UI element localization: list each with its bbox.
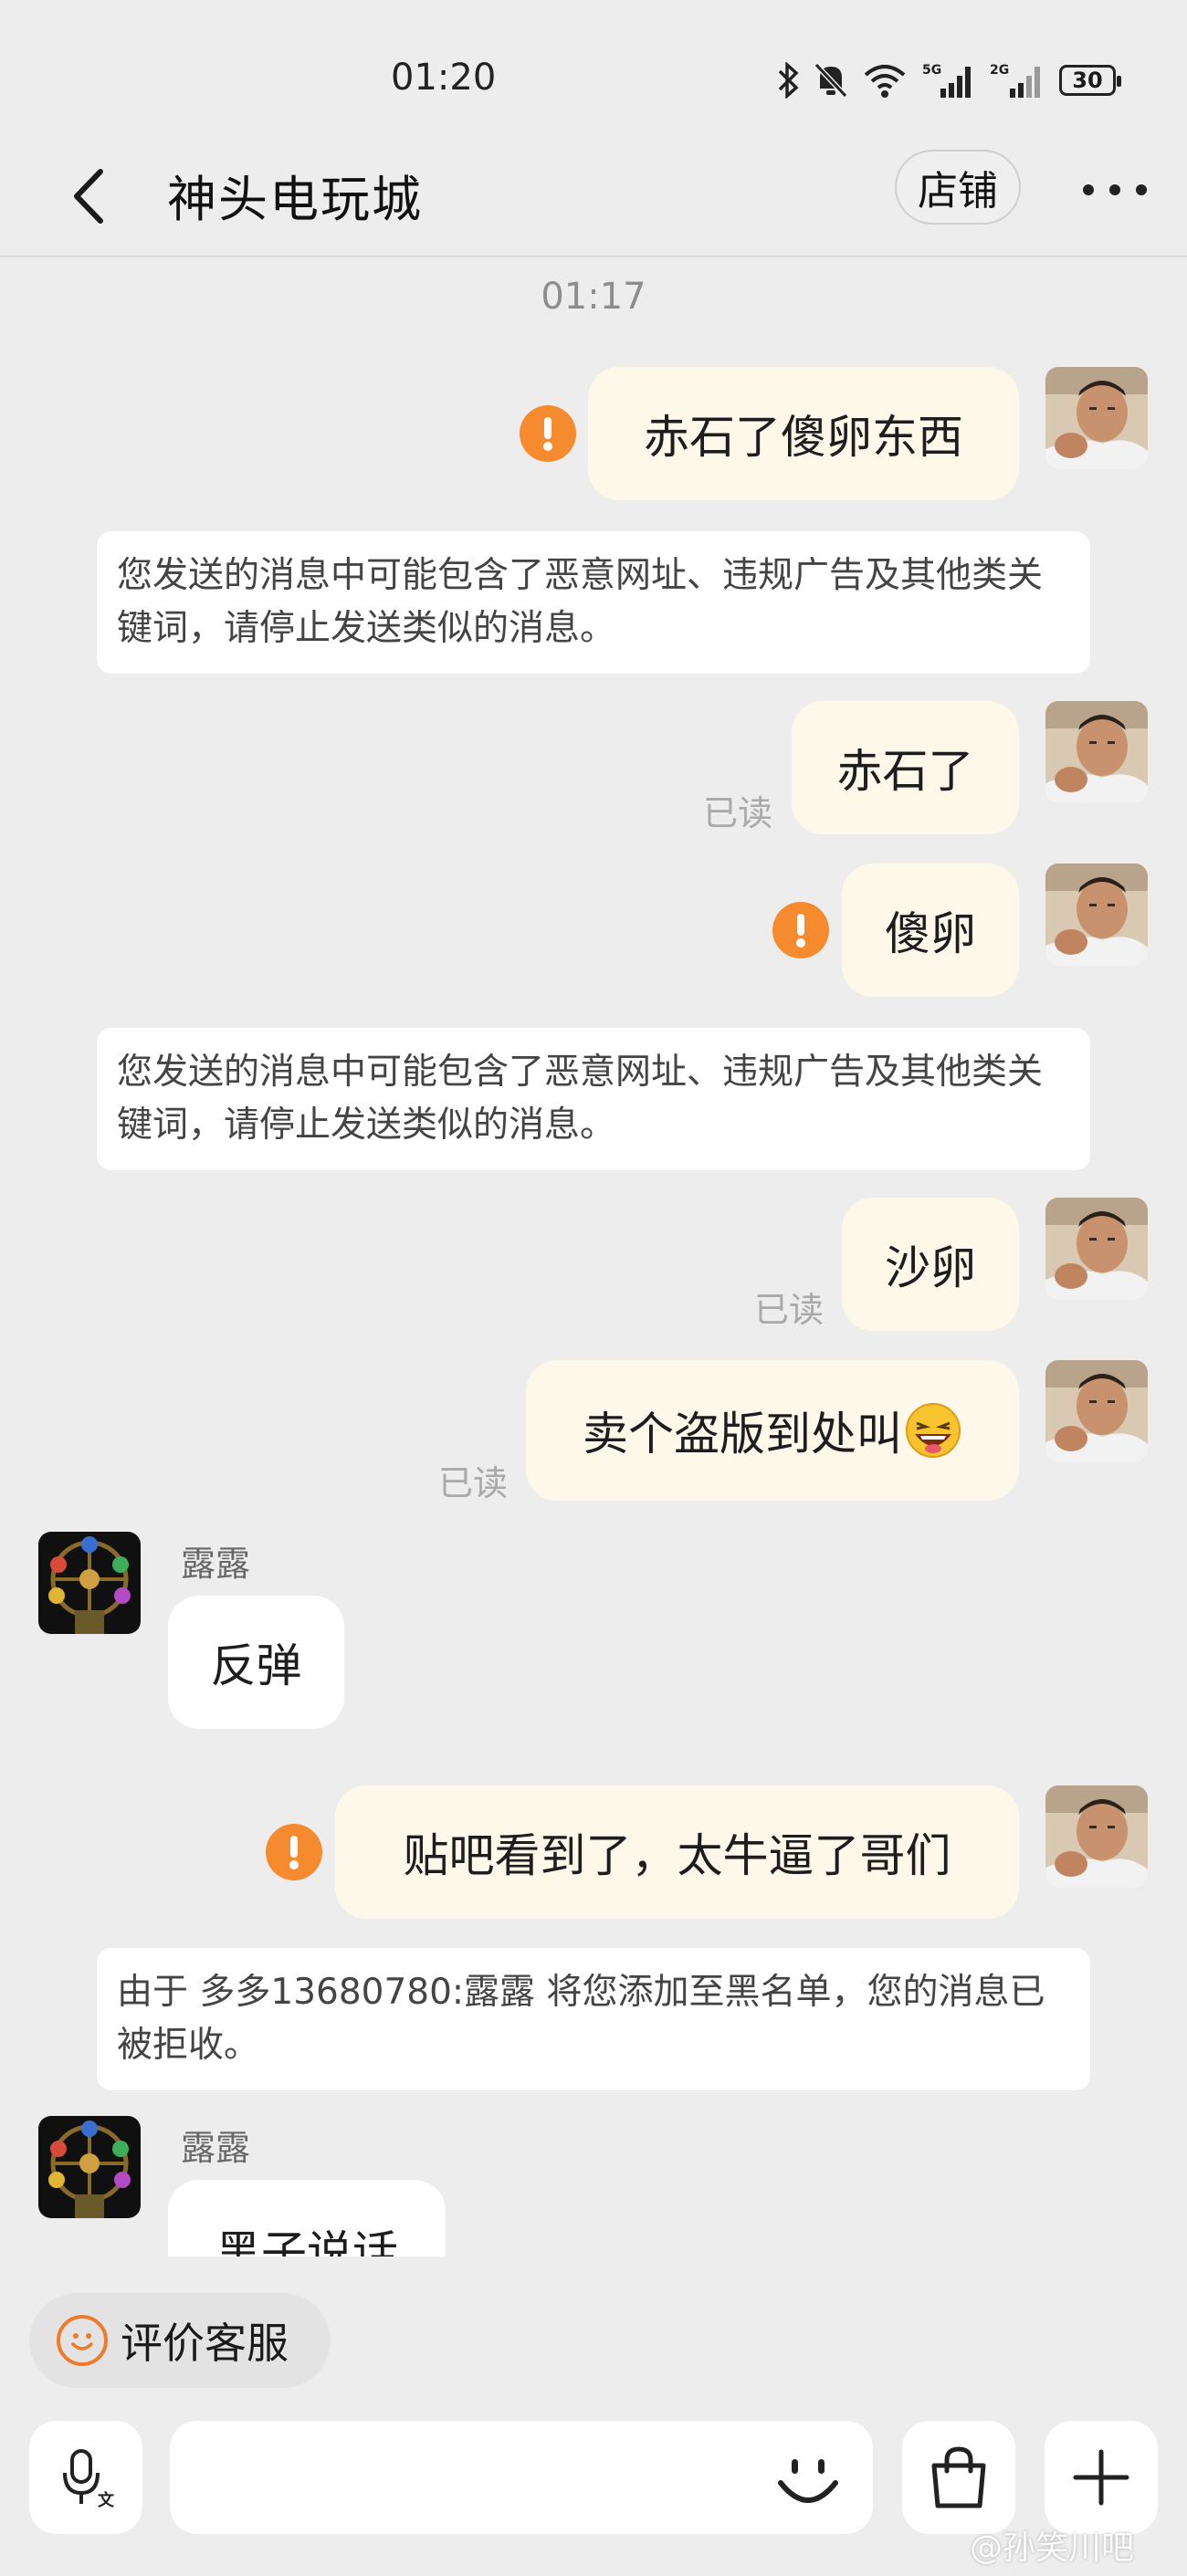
message-bubble-sent[interactable]: 傻卵: [842, 864, 1019, 997]
more-dot-icon: [1136, 184, 1147, 195]
more-dot-icon: [1083, 184, 1094, 195]
send-failed-warning-icon[interactable]: [772, 902, 829, 958]
message-bubble-sent[interactable]: 卖个盗版到处叫: [526, 1360, 1019, 1501]
emoji-button[interactable]: [772, 2443, 845, 2516]
message-text: 卖个盗版到处叫: [583, 1408, 902, 1461]
bluetooth-icon: [778, 62, 799, 99]
message-bubble-sent[interactable]: 沙卵: [842, 1198, 1019, 1331]
send-failed-warning-icon[interactable]: [266, 1824, 322, 1880]
chat-area[interactable]: 01:17 赤石了傻卵东西 您发送的消息中可能包含了恶意网址、违规广告及其他类关…: [0, 257, 1187, 2257]
message-bubble-received[interactable]: 黑子说话: [168, 2180, 446, 2257]
microphone-icon: 文: [63, 2449, 115, 2509]
read-receipt: 已读: [703, 793, 773, 833]
system-notice: 您发送的消息中可能包含了恶意网址、违规广告及其他类关键词，请停止发送类似的消息。: [97, 1028, 1090, 1170]
system-notice: 由于 多多13680780:露露 将您添加至黑名单，您的消息已被拒收。: [97, 1948, 1090, 2090]
my-avatar[interactable]: [1045, 701, 1148, 803]
sender-name: 露露: [181, 2128, 251, 2168]
voice-input-button[interactable]: 文: [29, 2421, 142, 2534]
more-options-button[interactable]: [1083, 172, 1147, 208]
system-notice: 您发送的消息中可能包含了恶意网址、违规广告及其他类关键词，请停止发送类似的消息。: [97, 531, 1090, 674]
my-avatar[interactable]: [1045, 864, 1148, 966]
smile-icon: [57, 2315, 108, 2366]
more-functions-button[interactable]: [1045, 2421, 1158, 2534]
svg-text:2G: 2G: [990, 63, 1009, 78]
message-bubble-sent[interactable]: 贴吧看到了，太牛逼了哥们: [335, 1785, 1019, 1919]
time-divider: 01:17: [541, 276, 646, 318]
shop-button[interactable]: 店铺: [895, 150, 1021, 225]
read-receipt: 已读: [754, 1290, 825, 1330]
read-receipt: 已读: [438, 1463, 509, 1503]
signal-5g-icon: 5G: [922, 63, 971, 98]
my-avatar[interactable]: [1045, 1785, 1148, 1888]
shopping-bag-icon: [931, 2446, 986, 2508]
my-avatar[interactable]: [1045, 367, 1148, 469]
laughing-emoji-icon: [906, 1403, 961, 1458]
shopping-bag-button[interactable]: [902, 2421, 1015, 2534]
chevron-left-icon: [74, 169, 103, 224]
chat-header: 神头电玩城 店铺: [0, 137, 1187, 257]
svg-text:文: 文: [98, 2490, 115, 2509]
message-input[interactable]: [170, 2421, 873, 2534]
sender-name: 露露: [181, 1544, 251, 1584]
more-dot-icon: [1109, 184, 1120, 195]
wifi-icon: [864, 65, 906, 98]
mute-bell-icon: [814, 62, 848, 99]
contact-avatar[interactable]: [38, 1532, 141, 1634]
contact-avatar[interactable]: [38, 2116, 141, 2218]
status-icons: 5G 2G 30: [776, 58, 1121, 102]
send-failed-warning-icon[interactable]: [520, 405, 576, 462]
rate-service-label: 评价客服: [121, 2319, 289, 2368]
rate-service-button[interactable]: 评价客服: [29, 2293, 331, 2388]
page-title: 神头电玩城: [167, 171, 423, 228]
my-avatar[interactable]: [1045, 1198, 1148, 1300]
my-avatar[interactable]: [1045, 1360, 1148, 1462]
watermark: @孙笑川吧: [970, 2529, 1135, 2567]
svg-text:5G: 5G: [922, 63, 941, 78]
emoji-face-icon: [778, 2459, 838, 2503]
back-button[interactable]: [64, 164, 115, 228]
signal-2g-icon: 2G: [990, 63, 1040, 98]
message-bubble-received[interactable]: 反弹: [168, 1596, 344, 1729]
battery-icon: 30: [1059, 65, 1121, 96]
status-bar: 01:20 5G 2G 30: [0, 0, 1187, 137]
status-time: 01:20: [391, 57, 497, 99]
message-bubble-sent[interactable]: 赤石了傻卵东西: [588, 367, 1019, 500]
plus-icon: [1073, 2449, 1129, 2506]
message-bubble-sent[interactable]: 赤石了: [792, 701, 1019, 834]
